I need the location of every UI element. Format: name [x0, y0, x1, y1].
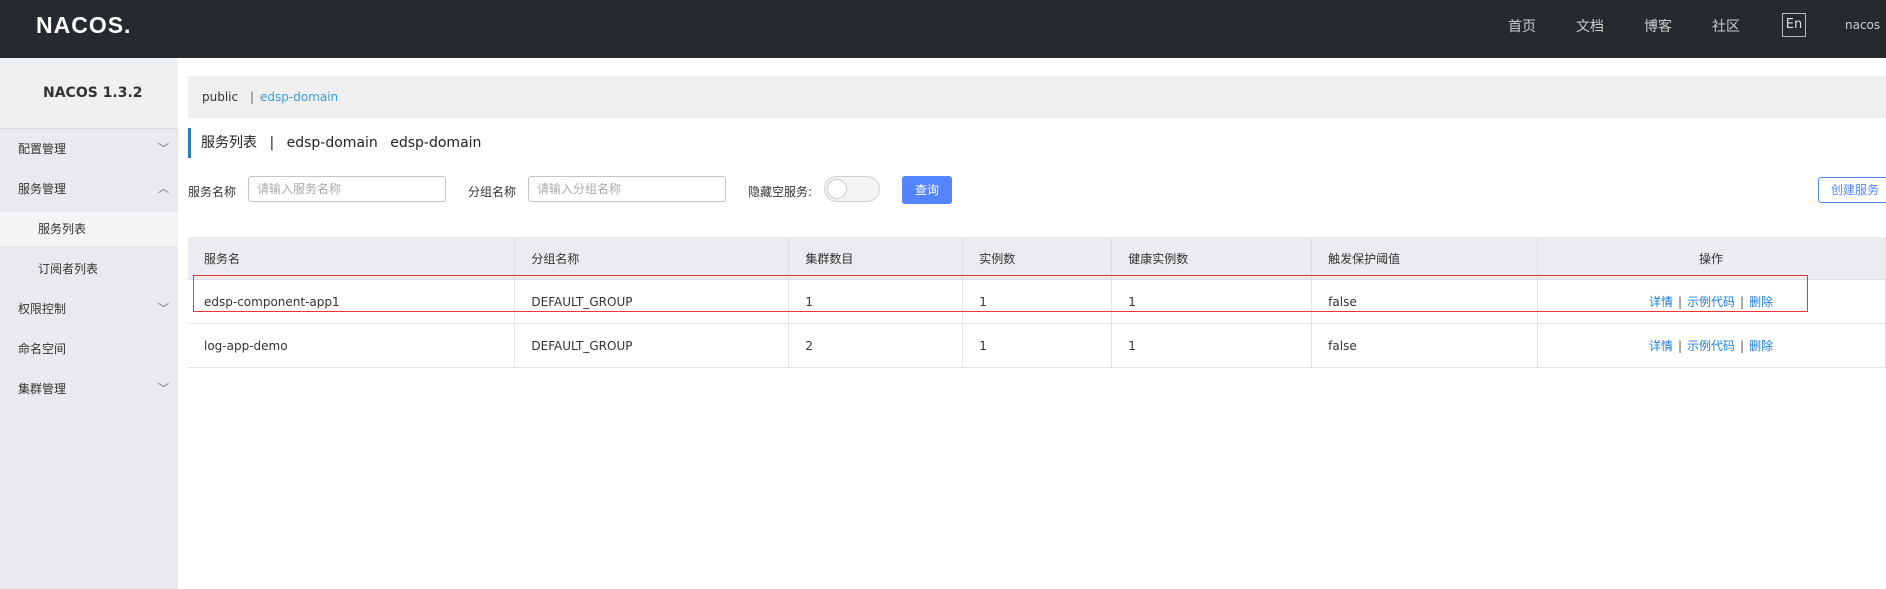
service-table: 服务名 分组名称 集群数目 实例数 健康实例数 触发保护阈值 操作 edsp-c… — [188, 237, 1886, 368]
table-row: log-app-demo DEFAULT_GROUP 2 1 1 false 详… — [188, 323, 1886, 368]
page-title-namespace-id: edsp-domain — [390, 135, 482, 151]
table-row: edsp-component-app1 DEFAULT_GROUP 1 1 1 … — [188, 279, 1886, 324]
toggle-knob — [827, 179, 847, 199]
cell-protect-threshold: false — [1311, 323, 1539, 368]
header-healthy-count: 健康实例数 — [1111, 237, 1313, 280]
language-switch-button[interactable]: En — [1782, 13, 1806, 37]
detail-link[interactable]: 详情 — [1649, 295, 1673, 309]
action-separator: | — [1677, 295, 1683, 309]
sidebar-item-config-management[interactable]: 配置管理 ﹀ — [0, 132, 178, 166]
cell-actions: 详情 | 示例代码 | 删除 — [1537, 279, 1886, 324]
hide-empty-label: 隐藏空服务: — [748, 185, 813, 199]
action-separator: | — [1677, 339, 1683, 353]
nacos-logo[interactable]: NACOS. — [36, 12, 131, 39]
header-service-name: 服务名 — [188, 237, 516, 280]
cell-instance-count: 1 — [962, 279, 1113, 324]
nav-docs-link[interactable]: 文档 — [1576, 16, 1604, 36]
sidebar-item-namespace[interactable]: 命名空间 — [0, 332, 178, 366]
namespace-separator: | — [250, 90, 255, 104]
cell-actions: 详情 | 示例代码 | 删除 — [1537, 323, 1886, 368]
cell-protect-threshold: false — [1311, 279, 1539, 324]
sidebar-item-label: 命名空间 — [18, 342, 67, 356]
create-service-button[interactable]: 创建服务 — [1818, 177, 1886, 203]
sample-code-link[interactable]: 示例代码 — [1687, 295, 1735, 309]
nav-community-link[interactable]: 社区 — [1712, 16, 1740, 36]
namespace-bar: public | edsp-domain — [188, 76, 1886, 118]
header-group-name: 分组名称 — [514, 237, 790, 280]
header-cluster-count: 集群数目 — [788, 237, 964, 280]
user-name[interactable]: nacos — [1845, 18, 1880, 32]
cell-group-name: DEFAULT_GROUP — [514, 279, 790, 324]
chevron-up-icon: ︿ — [158, 182, 169, 195]
cell-service-name: edsp-component-app1 — [188, 279, 516, 324]
page-title-separator: | — [269, 135, 275, 151]
query-button[interactable]: 查询 — [902, 176, 952, 204]
detail-link[interactable]: 详情 — [1649, 339, 1673, 353]
table-header-row: 服务名 分组名称 集群数目 实例数 健康实例数 触发保护阈值 操作 — [188, 237, 1886, 280]
sidebar-item-label: 服务管理 — [18, 182, 67, 196]
cell-service-name: log-app-demo — [188, 323, 516, 368]
sidebar-item-label: 集群管理 — [18, 382, 67, 396]
sidebar-item-cluster-management[interactable]: 集群管理 ﹀ — [0, 372, 178, 406]
nav-blog-link[interactable]: 博客 — [1644, 16, 1672, 36]
service-name-input[interactable] — [248, 176, 446, 202]
page-title: 服务列表 | edsp-domain edsp-domain — [188, 128, 489, 158]
sidebar-item-label: 订阅者列表 — [38, 262, 99, 276]
main-content: public | edsp-domain 服务列表 | edsp-domain … — [178, 58, 1886, 589]
cell-healthy-count: 1 — [1111, 279, 1313, 324]
sidebar-item-label: 服务列表 — [38, 222, 87, 236]
cell-group-name: DEFAULT_GROUP — [514, 323, 790, 368]
cell-cluster-count: 1 — [788, 279, 964, 324]
delete-link[interactable]: 删除 — [1749, 295, 1773, 309]
chevron-down-icon: ﹀ — [158, 302, 169, 315]
hide-empty-toggle[interactable] — [824, 176, 880, 202]
header-actions: 操作 — [1537, 237, 1886, 280]
page-title-namespace: edsp-domain — [286, 135, 378, 151]
delete-link[interactable]: 删除 — [1749, 339, 1773, 353]
cell-instance-count: 1 — [962, 323, 1113, 368]
version-label: NACOS 1.3.2 — [0, 58, 178, 129]
namespace-public-link[interactable]: public — [202, 76, 238, 118]
sidebar-item-label: 权限控制 — [18, 302, 67, 316]
chevron-down-icon: ﹀ — [158, 142, 169, 155]
chevron-down-icon: ﹀ — [158, 382, 169, 395]
page-title-text: 服务列表 — [201, 135, 257, 151]
service-name-label: 服务名称 — [188, 185, 237, 199]
action-separator: | — [1740, 339, 1745, 353]
header-instance-count: 实例数 — [962, 237, 1113, 280]
cell-cluster-count: 2 — [788, 323, 964, 368]
sidebar-item-service-management[interactable]: 服务管理 ︿ — [0, 172, 178, 206]
sidebar-item-label: 配置管理 — [18, 142, 67, 156]
group-name-label: 分组名称 — [468, 185, 517, 199]
sidebar-item-access-control[interactable]: 权限控制 ﹀ — [0, 292, 178, 326]
sidebar-item-subscriber-list[interactable]: 订阅者列表 — [0, 252, 178, 286]
sidebar: NACOS 1.3.2 配置管理 ﹀ 服务管理 ︿ 服务列表 订阅者列表 权限控… — [0, 58, 178, 589]
header-protect-threshold: 触发保护阈值 — [1311, 237, 1539, 280]
sidebar-item-service-list[interactable]: 服务列表 — [0, 212, 178, 246]
sample-code-link[interactable]: 示例代码 — [1687, 339, 1735, 353]
action-separator: | — [1740, 295, 1745, 309]
cell-healthy-count: 1 — [1111, 323, 1313, 368]
group-name-input[interactable] — [528, 176, 726, 202]
top-navbar: NACOS. 首页 文档 博客 社区 En nacos — [0, 0, 1886, 58]
nav-home-link[interactable]: 首页 — [1508, 16, 1536, 36]
namespace-current-link[interactable]: edsp-domain — [260, 76, 338, 118]
